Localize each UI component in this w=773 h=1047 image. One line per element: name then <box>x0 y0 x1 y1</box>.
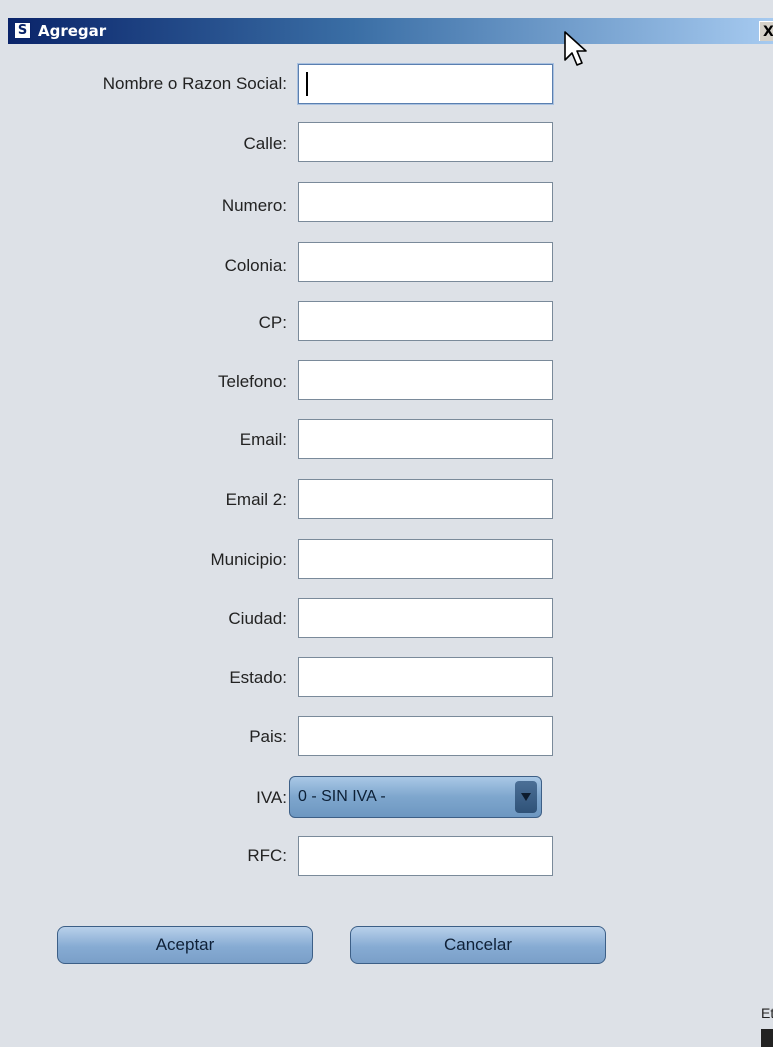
cp-input[interactable] <box>298 301 553 341</box>
title-bar[interactable]: S Agregar X <box>8 18 773 44</box>
accept-button[interactable]: Aceptar <box>57 926 313 964</box>
label-calle: Calle: <box>243 134 287 153</box>
label-email2: Email 2: <box>225 490 287 509</box>
label-colonia: Colonia: <box>224 256 287 275</box>
window-title: Agregar <box>38 22 107 40</box>
email-input[interactable] <box>298 419 553 459</box>
label-email: Email: <box>239 430 287 449</box>
cancel-button[interactable]: Cancelar <box>350 926 606 964</box>
estado-input[interactable] <box>298 657 553 697</box>
calle-input[interactable] <box>298 122 553 162</box>
label-iva: IVA: <box>256 788 287 807</box>
iva-selected-value: 0 - SIN IVA - <box>298 788 386 805</box>
background-window-fragment: Et <box>761 975 773 1047</box>
label-numero: Numero: <box>221 196 287 215</box>
municipio-input[interactable] <box>298 539 553 579</box>
app-s-icon: S <box>14 22 31 39</box>
colonia-input[interactable] <box>298 242 553 282</box>
pais-input[interactable] <box>298 716 553 756</box>
dialog-window: S Agregar X Nombre o Razon Social: Calle… <box>0 0 773 1047</box>
background-dark-block <box>761 1029 773 1047</box>
background-fragment-text: Et <box>761 1005 773 1021</box>
label-ciudad: Ciudad: <box>228 609 287 628</box>
email2-input[interactable] <box>298 479 553 519</box>
label-estado: Estado: <box>229 668 287 687</box>
nombre-input[interactable] <box>298 64 553 104</box>
label-municipio: Municipio: <box>210 550 287 569</box>
dropdown-arrow-icon[interactable] <box>515 781 537 813</box>
label-pais: Pais: <box>249 727 287 746</box>
label-cp: CP: <box>258 313 287 332</box>
label-rfc: RFC: <box>247 846 287 865</box>
mouse-cursor-icon <box>564 31 587 66</box>
iva-select[interactable]: 0 - SIN IVA - <box>289 776 542 818</box>
close-icon[interactable]: X <box>759 21 773 41</box>
label-nombre: Nombre o Razon Social: <box>102 74 287 93</box>
numero-input[interactable] <box>298 182 553 222</box>
rfc-input[interactable] <box>298 836 553 876</box>
label-telefono: Telefono: <box>218 372 287 391</box>
telefono-input[interactable] <box>298 360 553 400</box>
text-caret <box>306 72 308 96</box>
ciudad-input[interactable] <box>298 598 553 638</box>
